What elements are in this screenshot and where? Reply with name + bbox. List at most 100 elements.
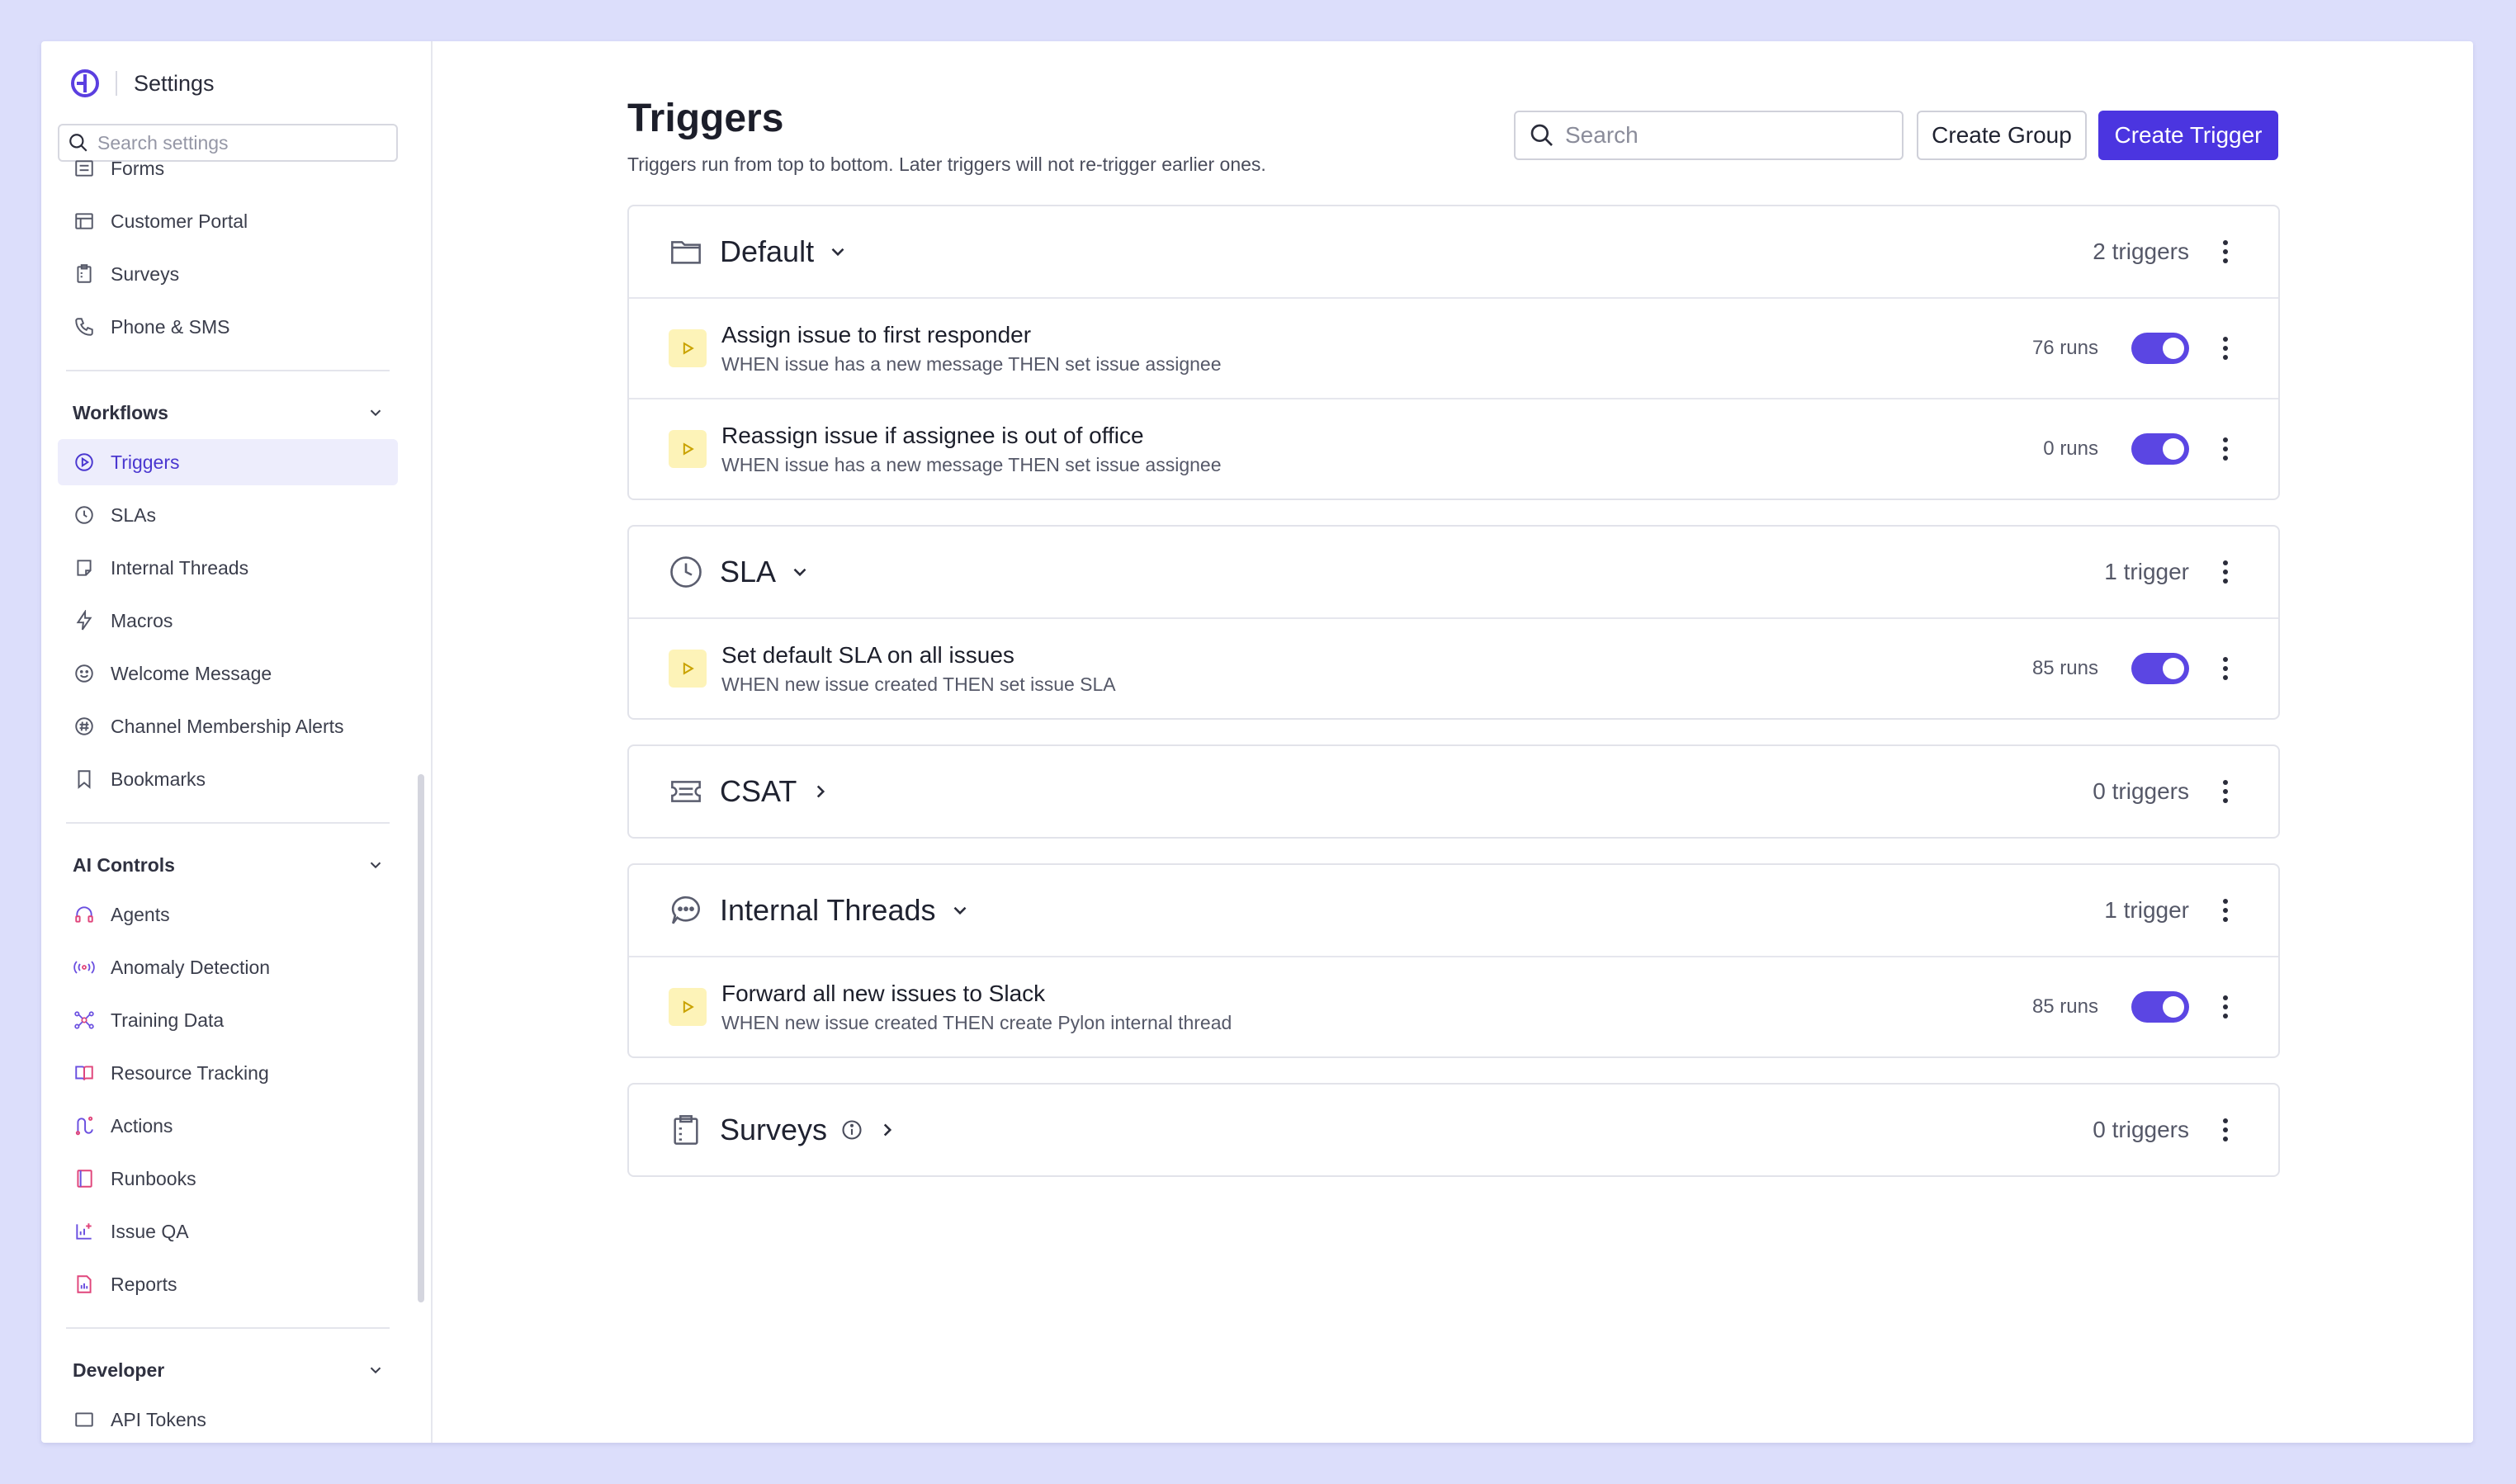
- sidebar-item-actions[interactable]: Actions: [58, 1103, 398, 1149]
- key-icon: [73, 1408, 96, 1431]
- clipboard-icon: [669, 1113, 703, 1147]
- chevron-down-icon: [370, 1367, 381, 1374]
- play-icon: [669, 650, 707, 688]
- main-content: Triggers Triggers run from top to bottom…: [434, 41, 2473, 1443]
- chevron-down-icon[interactable]: [789, 561, 811, 583]
- nav-group-ai-controls[interactable]: AI Controls: [58, 848, 398, 881]
- trigger-group-surveys: Surveys 0 triggers: [627, 1083, 2280, 1177]
- nav-divider: [66, 1327, 390, 1329]
- report-icon: [73, 1273, 96, 1296]
- play-icon: [669, 988, 707, 1026]
- chevron-down-icon[interactable]: [827, 241, 849, 262]
- trigger-row[interactable]: Forward all new issues to Slack WHEN new…: [629, 956, 2278, 1056]
- portal-icon: [73, 210, 96, 233]
- nav-divider: [66, 822, 390, 824]
- sidebar-item-agents[interactable]: Agents: [58, 891, 398, 938]
- trigger-search-input[interactable]: [1565, 122, 1895, 149]
- more-options-icon[interactable]: [2216, 995, 2235, 1018]
- more-options-icon[interactable]: [2216, 437, 2235, 461]
- more-options-icon[interactable]: [2216, 899, 2235, 922]
- group-header[interactable]: SLA 1 trigger: [629, 527, 2278, 617]
- sidebar-item-triggers[interactable]: Triggers: [58, 439, 398, 485]
- sidebar-item-training-data[interactable]: Training Data: [58, 997, 398, 1043]
- sidebar-item-label: Surveys: [111, 262, 180, 285]
- trigger-enabled-toggle[interactable]: [2131, 433, 2189, 465]
- sidebar-item-issue-qa[interactable]: Issue QA: [58, 1208, 398, 1255]
- trigger-enabled-toggle[interactable]: [2131, 333, 2189, 364]
- sidebar-item-label: Internal Threads: [111, 556, 249, 579]
- create-trigger-button[interactable]: Create Trigger: [2098, 111, 2278, 160]
- notebook-icon: [73, 1167, 96, 1190]
- more-options-icon[interactable]: [2216, 657, 2235, 680]
- sidebar-item-label: SLAs: [111, 503, 156, 526]
- nav-group-workflows[interactable]: Workflows: [58, 396, 398, 429]
- trigger-run-count: 85 runs: [2031, 657, 2098, 679]
- sidebar-item-forms[interactable]: Forms: [58, 145, 398, 191]
- sidebar-item-macros[interactable]: Macros: [58, 598, 398, 644]
- trigger-description: WHEN new issue created THEN create Pylon…: [721, 1011, 1232, 1033]
- sidebar-item-customer-portal[interactable]: Customer Portal: [58, 198, 398, 244]
- trigger-run-count: 76 runs: [2031, 337, 2098, 359]
- sidebar-item-anomaly-detection[interactable]: Anomaly Detection: [58, 944, 398, 990]
- more-options-icon[interactable]: [2216, 1118, 2235, 1141]
- chevron-right-icon[interactable]: [877, 1119, 898, 1141]
- bolt-icon: [73, 609, 96, 632]
- sidebar-item-reports[interactable]: Reports: [58, 1261, 398, 1307]
- hash-icon: [73, 715, 96, 738]
- group-trigger-count: 2 triggers: [2093, 239, 2189, 264]
- play-circle-icon: [73, 451, 96, 474]
- play-icon: [669, 329, 707, 367]
- chevron-down-icon[interactable]: [949, 900, 971, 921]
- sidebar-item-slas[interactable]: SLAs: [58, 492, 398, 538]
- group-header[interactable]: Internal Threads 1 trigger: [629, 865, 2278, 956]
- chevron-down-icon: [370, 862, 381, 869]
- sidebar-item-channel-membership-alerts[interactable]: Channel Membership Alerts: [58, 703, 398, 749]
- note-icon: [73, 556, 96, 579]
- divider: [116, 71, 117, 96]
- sidebar-item-label: Resource Tracking: [111, 1061, 269, 1084]
- create-group-button[interactable]: Create Group: [1917, 111, 2087, 160]
- trigger-row[interactable]: Set default SLA on all issues WHEN new i…: [629, 617, 2278, 718]
- sidebar-scrollbar[interactable]: [418, 774, 424, 1302]
- clipboard-icon: [73, 262, 96, 286]
- nav-group-label: Developer: [73, 1359, 165, 1381]
- trigger-row[interactable]: Reassign issue if assignee is out of off…: [629, 398, 2278, 499]
- chart-plus-icon: [73, 1220, 96, 1243]
- sidebar-item-phone-sms[interactable]: Phone & SMS: [58, 304, 398, 350]
- sidebar-item-label: Customer Portal: [111, 210, 248, 232]
- more-options-icon[interactable]: [2216, 560, 2235, 584]
- sidebar-item-label: Anomaly Detection: [111, 956, 271, 978]
- info-icon[interactable]: [840, 1118, 863, 1141]
- sidebar-item-label: Phone & SMS: [111, 315, 230, 338]
- sidebar-item-resource-tracking[interactable]: Resource Tracking: [58, 1050, 398, 1096]
- trigger-row[interactable]: Assign issue to first responder WHEN iss…: [629, 297, 2278, 398]
- nav-group-developer[interactable]: Developer: [58, 1354, 398, 1387]
- trigger-search[interactable]: [1514, 111, 1904, 160]
- sidebar-item-welcome-message[interactable]: Welcome Message: [58, 650, 398, 697]
- group-header[interactable]: CSAT 0 triggers: [629, 746, 2278, 837]
- sidebar-item-label: Macros: [111, 609, 173, 631]
- app-logo-icon[interactable]: [71, 69, 99, 97]
- sidebar-item-internal-threads[interactable]: Internal Threads: [58, 545, 398, 591]
- page-title: Triggers: [627, 97, 784, 140]
- form-icon: [73, 157, 96, 180]
- more-options-icon[interactable]: [2216, 780, 2235, 803]
- ticket-icon: [669, 774, 703, 809]
- chevron-right-icon[interactable]: [810, 781, 831, 802]
- sidebar-item-runbooks[interactable]: Runbooks: [58, 1156, 398, 1202]
- sidebar-item-label: Triggers: [111, 451, 180, 473]
- sidebar-item-label: Agents: [111, 903, 170, 925]
- trigger-title: Assign issue to first responder: [721, 321, 1032, 347]
- sidebar-item-bookmarks[interactable]: Bookmarks: [58, 756, 398, 802]
- trigger-enabled-toggle[interactable]: [2131, 991, 2189, 1023]
- trigger-enabled-toggle[interactable]: [2131, 653, 2189, 684]
- group-header[interactable]: Surveys 0 triggers: [629, 1085, 2278, 1175]
- sidebar-item-api-tokens[interactable]: API Tokens: [58, 1397, 398, 1443]
- more-options-icon[interactable]: [2216, 337, 2235, 360]
- sidebar-item-surveys[interactable]: Surveys: [58, 251, 398, 297]
- route-icon: [73, 1114, 96, 1137]
- smile-icon: [73, 662, 96, 685]
- sidebar-item-label: Actions: [111, 1114, 173, 1137]
- more-options-icon[interactable]: [2216, 240, 2235, 263]
- group-header[interactable]: Default 2 triggers: [629, 206, 2278, 297]
